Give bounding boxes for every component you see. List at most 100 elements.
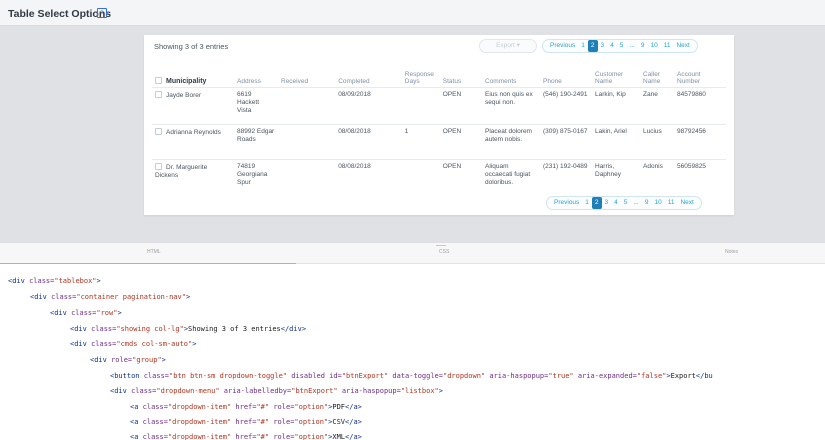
- cell-phone: (231) 192-0489: [540, 158, 592, 201]
- code-token: "row": [96, 309, 118, 317]
- column-header-caller-name[interactable]: Caller Name: [640, 65, 674, 87]
- column-header-comments[interactable]: Comments: [482, 65, 540, 87]
- cell-customer-name: Lakin, Ariel: [592, 123, 640, 159]
- cell-response-days: [401, 158, 440, 201]
- code-token: <a: [130, 418, 143, 426]
- code-token: "option": [294, 433, 329, 440]
- code-token: "option": [294, 418, 329, 426]
- cell-response-days: 1: [401, 123, 440, 159]
- pagination-page-10[interactable]: 10: [647, 39, 660, 53]
- row-checkbox[interactable]: [155, 90, 162, 98]
- cell-phone: (309) 875-0167: [540, 123, 592, 159]
- column-header-completed[interactable]: Completed: [335, 65, 402, 87]
- code-token: class=: [51, 293, 77, 301]
- cell-municipality: Adrianna Reynolds: [152, 123, 234, 159]
- code-token: "false": [636, 372, 667, 380]
- code-token: class=: [142, 418, 168, 426]
- code-token: href=: [231, 433, 257, 440]
- pagination-previous[interactable]: Previous: [547, 39, 578, 53]
- resize-handle[interactable]: [436, 245, 446, 246]
- pagination-next[interactable]: Next: [677, 196, 696, 210]
- pagination-page-4[interactable]: 4: [611, 196, 621, 210]
- column-header-response-days[interactable]: Response Days: [402, 65, 440, 87]
- row-checkbox[interactable]: [155, 162, 162, 170]
- pagination-page-9[interactable]: 9: [642, 196, 652, 210]
- pagination-previous[interactable]: Previous: [551, 196, 582, 210]
- cell-account-number: 98792456: [674, 123, 726, 159]
- pagination-page-2[interactable]: 2: [587, 40, 598, 52]
- pagination-page-3[interactable]: 3: [598, 39, 608, 53]
- table-row[interactable]: Dr. Marguerite Dickens 74819 Georgiana S…: [152, 158, 726, 201]
- pagination-page-2[interactable]: 2: [591, 197, 602, 209]
- code-token: </a>: [345, 403, 362, 411]
- pagination-page-4[interactable]: 4: [607, 39, 617, 53]
- row-checkbox[interactable]: [155, 127, 162, 135]
- export-button[interactable]: Export ▾: [479, 39, 537, 53]
- cell-phone: (546) 190-2491: [540, 86, 592, 124]
- column-header-status[interactable]: Status: [440, 65, 482, 87]
- page-title: Table Select Options: [8, 8, 112, 20]
- pagination-page-11[interactable]: 11: [661, 39, 674, 53]
- code-token: "#": [256, 403, 270, 411]
- code-token: <div: [50, 309, 72, 317]
- table-toolbar: Showing 3 of 3 entries Export ▾ Previous…: [144, 35, 734, 57]
- table-row[interactable]: Jayde Borer 6619 Hackett Vista 08/09/201…: [152, 86, 726, 124]
- cell-customer-name: Harris, Daphney: [592, 158, 640, 201]
- column-header-customer-name[interactable]: Customer Name: [592, 65, 640, 87]
- tab-html[interactable]: HTML: [147, 249, 161, 255]
- pane-tabs: HTML CSS Notes: [0, 242, 825, 265]
- code-token: "#": [256, 418, 270, 426]
- code-token: <a: [130, 433, 143, 440]
- pagination-page-10[interactable]: 10: [651, 196, 664, 210]
- pagination-page-5[interactable]: 5: [617, 39, 627, 53]
- code-token: href=: [231, 418, 257, 426]
- code-token: href=: [231, 403, 257, 411]
- code-token: aria-expanded=: [573, 372, 637, 380]
- select-all-checkbox[interactable]: [155, 76, 162, 84]
- column-header-label: Municipality: [166, 77, 207, 85]
- cell-status: OPEN: [439, 158, 482, 201]
- code-token: class=: [131, 387, 157, 395]
- tab-notes[interactable]: Notes: [725, 249, 738, 255]
- code-token: <div: [70, 340, 92, 348]
- cell-address: 74819 Georgiana Spur: [234, 158, 278, 201]
- code-token: "btnExport": [341, 372, 389, 380]
- column-header-account-number[interactable]: Account Number: [674, 65, 726, 87]
- pagination-page-1[interactable]: 1: [582, 196, 592, 210]
- code-editor[interactable]: <div class= "tablebox" > <div class="contai…: [0, 264, 825, 440]
- cell-comments: Eius non quis ex sequi non.: [482, 86, 540, 124]
- code-token: <div: [30, 293, 52, 301]
- code-token: class=: [142, 433, 168, 440]
- page: Table Select Options i Showing 3 of 3 en…: [0, 0, 825, 440]
- code-token: XML: [332, 433, 346, 440]
- code-token: </a>: [345, 433, 362, 440]
- column-header-phone[interactable]: Phone: [540, 65, 592, 87]
- pagination-page-5[interactable]: 5: [621, 196, 631, 210]
- pagination-page-11[interactable]: 11: [665, 196, 678, 210]
- code-token: class=: [91, 325, 117, 333]
- cell-customer-name: Larkin, Kip: [592, 86, 640, 124]
- info-icon[interactable]: i: [97, 8, 107, 18]
- code-line: <a class="dropdown-item" href="#" role="…: [130, 418, 362, 426]
- column-header-received[interactable]: Received: [278, 65, 335, 87]
- cell-text: Adrianna Reynolds: [166, 128, 221, 136]
- cell-received: [278, 158, 336, 201]
- pagination-page-3[interactable]: 3: [602, 196, 612, 210]
- column-header-municipality[interactable]: Municipality: [152, 65, 234, 87]
- code-token: role=: [269, 433, 295, 440]
- code-token: "tablebox": [54, 277, 97, 285]
- pagination-page-1[interactable]: 1: [578, 39, 588, 53]
- showing-entries: Showing 3 of 3 entries: [154, 42, 229, 51]
- pagination-next[interactable]: Next: [673, 39, 692, 53]
- column-header-address[interactable]: Address: [234, 65, 278, 87]
- code-token: role=: [269, 403, 295, 411]
- tab-css[interactable]: CSS: [439, 249, 449, 255]
- code-token: Showing 3 of 3 entries: [188, 325, 281, 333]
- code-token: <div: [110, 387, 132, 395]
- code-line: <div class="container pagination-nav">: [30, 293, 190, 301]
- code-token: >: [161, 356, 166, 364]
- pagination-page-9[interactable]: 9: [638, 39, 648, 53]
- table-row[interactable]: Adrianna Reynolds 88992 Edgar Roads 08/0…: [152, 123, 726, 159]
- code-token: role=: [111, 356, 133, 364]
- preview-area: Showing 3 of 3 entries Export ▾ Previous…: [0, 26, 825, 242]
